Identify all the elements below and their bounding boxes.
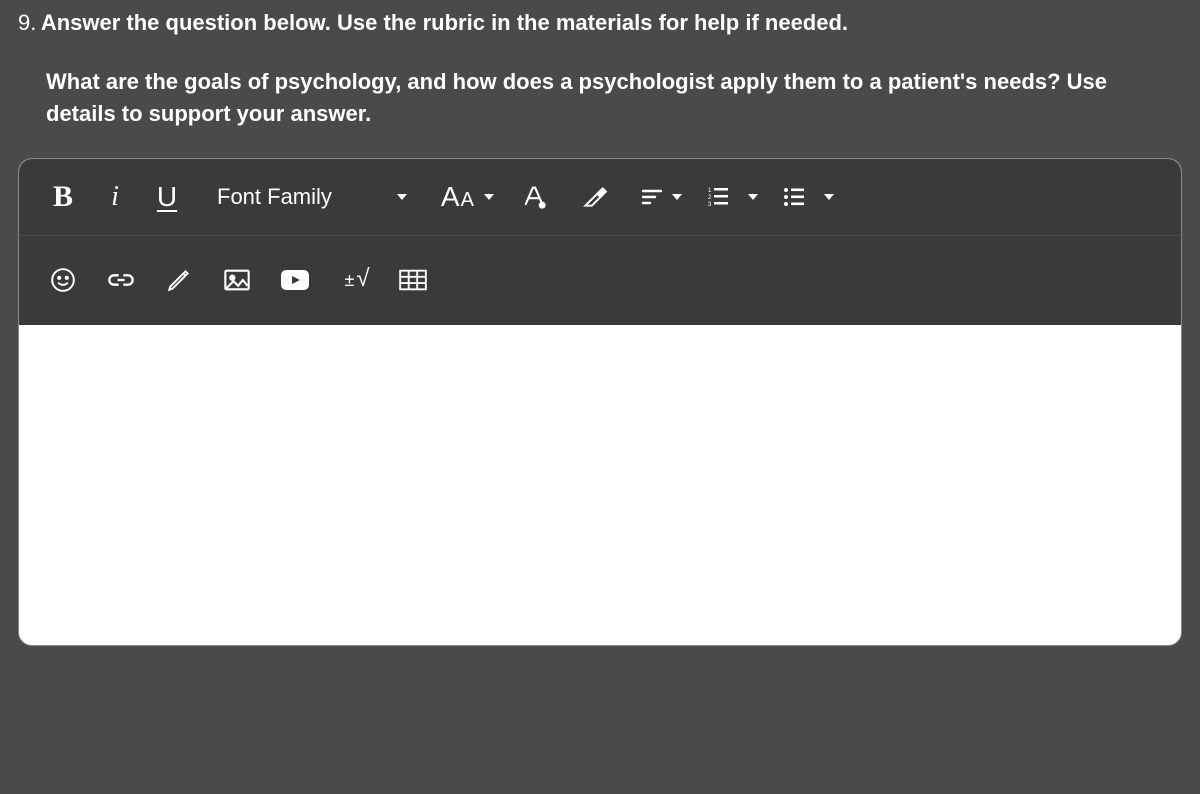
toolbar-row-1: B i U Font Family A A <box>19 159 1181 235</box>
emoji-icon <box>50 267 76 293</box>
link-button[interactable] <box>95 254 147 306</box>
bullet-list-select[interactable] <box>772 185 842 209</box>
video-button[interactable] <box>269 254 321 306</box>
underline-button[interactable]: U <box>141 171 193 223</box>
toolbar-row-2: ± √ <box>19 235 1181 325</box>
question-prompt: What are the goals of psychology, and ho… <box>46 66 1182 130</box>
video-icon <box>280 269 310 291</box>
text-color-button[interactable] <box>508 171 560 223</box>
font-family-select[interactable]: Font Family <box>199 184 421 210</box>
font-size-small-icon: A <box>461 189 474 212</box>
emoji-button[interactable] <box>37 254 89 306</box>
bullet-list-icon <box>780 185 808 209</box>
svg-text:3: 3 <box>708 202 712 208</box>
italic-button[interactable]: i <box>89 171 141 223</box>
text-color-icon <box>520 183 548 211</box>
svg-text:1: 1 <box>708 188 712 194</box>
italic-icon: i <box>111 181 119 213</box>
highlight-button[interactable] <box>568 171 620 223</box>
question-block: 9. Answer the question below. Use the ru… <box>0 0 1200 130</box>
draw-button[interactable] <box>153 254 205 306</box>
bold-button[interactable]: B <box>37 171 89 223</box>
pencil-icon <box>166 267 192 293</box>
font-family-label: Font Family <box>217 184 332 210</box>
question-number: 9. <box>18 10 36 35</box>
editor-textarea[interactable] <box>19 325 1181 645</box>
math-icon: ± √ <box>344 266 369 294</box>
chevron-down-icon <box>397 194 407 200</box>
align-left-icon <box>638 185 666 209</box>
svg-text:2: 2 <box>708 195 712 201</box>
align-select[interactable] <box>630 185 690 209</box>
chevron-down-icon <box>824 194 834 200</box>
image-button[interactable] <box>211 254 263 306</box>
ordered-list-select[interactable]: 1 2 3 <box>696 185 766 209</box>
bold-icon: B <box>53 180 73 214</box>
image-icon <box>223 268 251 292</box>
math-button[interactable]: ± √ <box>327 254 387 306</box>
rich-text-editor: B i U Font Family A A <box>18 158 1182 646</box>
editor-toolbar: B i U Font Family A A <box>19 159 1181 325</box>
chevron-down-icon <box>484 194 494 200</box>
highlight-icon <box>581 184 607 210</box>
link-icon <box>107 269 135 291</box>
table-icon <box>399 269 427 291</box>
table-button[interactable] <box>387 254 439 306</box>
font-size-select[interactable]: A A <box>421 181 502 213</box>
chevron-down-icon <box>748 194 758 200</box>
question-instruction: Answer the question below. Use the rubri… <box>41 10 848 35</box>
chevron-down-icon <box>672 194 682 200</box>
font-size-big-icon: A <box>441 181 460 213</box>
ordered-list-icon: 1 2 3 <box>704 185 732 209</box>
underline-icon: U <box>157 181 177 213</box>
